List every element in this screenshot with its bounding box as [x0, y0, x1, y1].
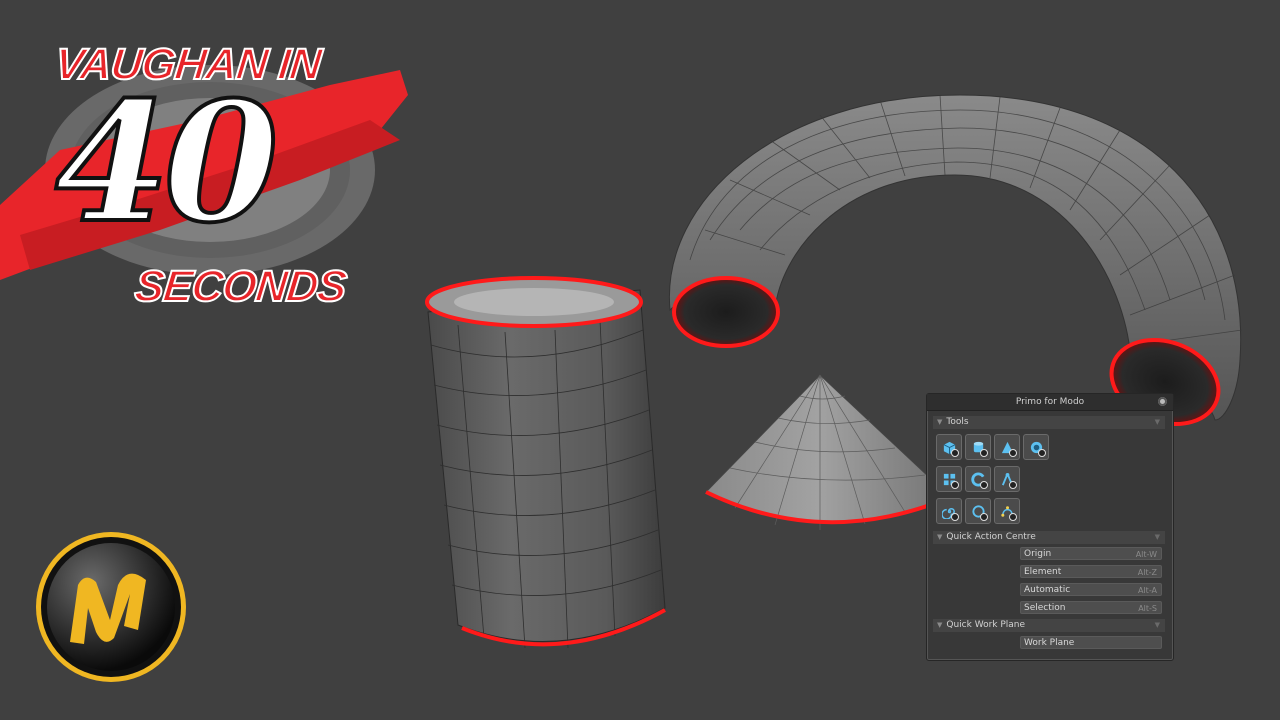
section-tools[interactable]: ▼ Tools ▼	[933, 416, 1165, 429]
options-badge-icon	[951, 481, 959, 489]
tool-row-3	[936, 498, 1020, 524]
logo-number: 40	[53, 65, 281, 259]
options-badge-icon	[980, 449, 988, 457]
section-quick-work-plane-label: Quick Work Plane	[946, 620, 1026, 630]
section-quick-work-plane[interactable]: ▼ Quick Work Plane ▼	[933, 619, 1165, 632]
selection-label: Selection	[1024, 603, 1066, 613]
origin-shortcut: Alt-W	[1135, 550, 1157, 559]
modo-logo-icon	[36, 532, 186, 682]
options-badge-icon	[1009, 449, 1017, 457]
dropdown-arrow-icon: ▼	[1154, 621, 1160, 629]
torus-mesh	[668, 94, 1243, 427]
cube-tool-button[interactable]	[936, 434, 962, 460]
automatic-shortcut: Alt-A	[1137, 586, 1157, 595]
panel-title-bar[interactable]: Primo for Modo	[927, 394, 1173, 411]
options-badge-icon	[951, 513, 959, 521]
circle-close-icon[interactable]	[1158, 397, 1167, 406]
ring-tool-button[interactable]	[965, 498, 991, 524]
options-badge-icon	[980, 481, 988, 489]
spiral-tool-button[interactable]	[936, 498, 962, 524]
sphere-tool-button[interactable]	[1023, 434, 1049, 460]
torus-tool-button[interactable]	[965, 466, 991, 492]
options-badge-icon	[980, 513, 988, 521]
work-plane-label: Work Plane	[1024, 638, 1075, 648]
plane-tool-button[interactable]	[936, 466, 962, 492]
options-badge-icon	[1009, 481, 1017, 489]
selection-button[interactable]: Selection Alt-S	[1020, 601, 1162, 614]
section-quick-action[interactable]: ▼ Quick Action Centre ▼	[933, 531, 1165, 544]
work-plane-button[interactable]: Work Plane	[1020, 636, 1162, 649]
cylinder-tool-button[interactable]	[965, 434, 991, 460]
panel-title: Primo for Modo	[1015, 397, 1085, 407]
options-badge-icon	[1038, 449, 1046, 457]
origin-button[interactable]: Origin Alt-W	[1020, 547, 1162, 560]
dropdown-arrow-icon: ▼	[1154, 418, 1160, 426]
section-tools-label: Tools	[946, 417, 969, 427]
automatic-label: Automatic	[1024, 585, 1071, 595]
element-shortcut: Alt-Z	[1137, 568, 1157, 577]
element-label: Element	[1024, 567, 1062, 577]
automatic-button[interactable]: Automatic Alt-A	[1020, 583, 1162, 596]
element-button[interactable]: Element Alt-Z	[1020, 565, 1162, 578]
collapse-triangle-icon: ▼	[937, 621, 943, 629]
tool-row-2	[936, 466, 1020, 492]
options-badge-icon	[951, 449, 959, 457]
cone-tool-button[interactable]	[994, 434, 1020, 460]
cylinder-mesh	[425, 276, 666, 649]
selection-shortcut: Alt-S	[1138, 604, 1157, 613]
dropdown-arrow-icon: ▼	[1154, 533, 1160, 541]
measure-tool-button[interactable]	[994, 466, 1020, 492]
cone-mesh	[705, 374, 931, 530]
curve-tool-button[interactable]	[994, 498, 1020, 524]
section-quick-action-label: Quick Action Centre	[946, 532, 1036, 542]
origin-label: Origin	[1024, 549, 1052, 559]
logo-title-line2: SECONDS	[131, 261, 349, 312]
tool-row-1	[936, 434, 1049, 460]
options-badge-icon	[1009, 513, 1017, 521]
primo-panel: Primo for Modo ▼ Tools ▼ ▼ Quick Action …	[926, 393, 1174, 661]
collapse-triangle-icon: ▼	[937, 533, 943, 541]
collapse-triangle-icon: ▼	[937, 418, 943, 426]
